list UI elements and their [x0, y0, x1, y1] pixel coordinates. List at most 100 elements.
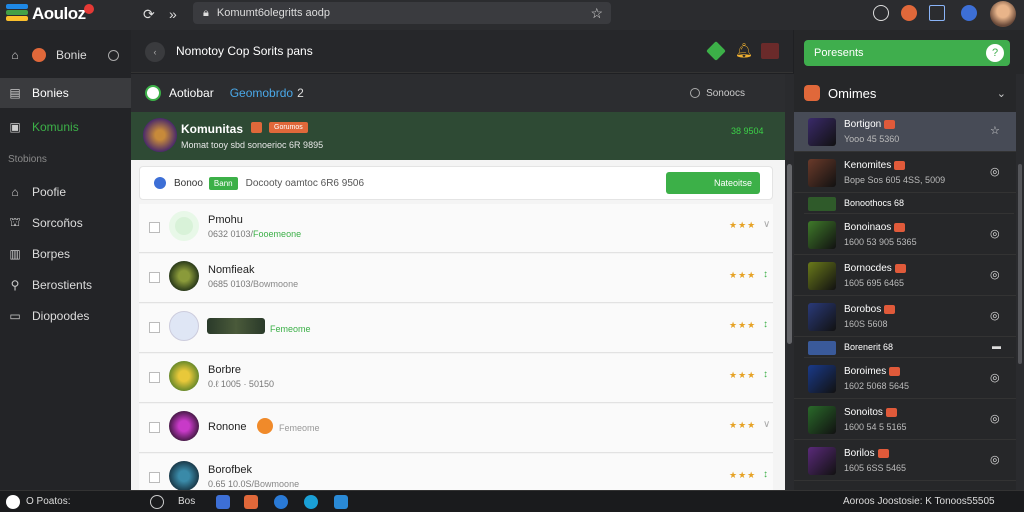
- refresh-icon[interactable]: ⟳: [143, 6, 155, 23]
- star-icon[interactable]: ☆: [590, 5, 603, 22]
- panel-list-item[interactable]: Bornocdes 1605 695 6465 ◎: [794, 256, 1016, 296]
- row-expand-icon[interactable]: ∨: [763, 419, 770, 430]
- item-action-icon[interactable]: ◎: [990, 371, 1000, 384]
- sidebar-item-poofie[interactable]: ⌂ Poofie: [0, 177, 131, 207]
- scrollbar-thumb[interactable]: [1018, 164, 1022, 364]
- avatar[interactable]: [990, 1, 1016, 27]
- row-checkbox[interactable]: [149, 322, 160, 333]
- item-subtitle: 1602 5068 5645: [844, 381, 910, 391]
- app-title: Aouloz: [32, 4, 86, 23]
- sidebar-item-berostients[interactable]: ⚲ Berostients: [0, 270, 131, 300]
- fire-icon: [877, 448, 889, 458]
- panel-list-mini-item[interactable]: Borenerit 68 ▬: [804, 338, 1014, 358]
- row-checkbox[interactable]: [149, 422, 160, 433]
- notification-badge: [83, 4, 94, 14]
- panel-list-item[interactable]: Boroimes 1602 5068 5645 ◎: [794, 359, 1016, 399]
- item-action-icon[interactable]: ◎: [990, 309, 1000, 322]
- app-chat-icon[interactable]: [304, 495, 318, 509]
- table-row[interactable]: Borbre 0.ℓ 1005 · 50150 ★★★ ↕: [139, 354, 773, 403]
- fire-icon: [884, 119, 896, 129]
- row-action-icon[interactable]: ↕: [763, 319, 768, 330]
- sidebar-item-sorconos[interactable]: ⛫ Sorcoños: [0, 208, 131, 238]
- sidebar-item-label: Poofie: [32, 185, 67, 199]
- row-action-icon[interactable]: ↕: [763, 469, 768, 480]
- item-action-icon[interactable]: ▬: [992, 341, 1001, 351]
- extension-icon[interactable]: [901, 5, 917, 21]
- community-avatar[interactable]: [143, 118, 177, 152]
- sidebar-section-title: Stobions: [8, 154, 47, 165]
- panel-list-item[interactable]: Kenomites Bope Sos 605 4SS, 5009 ◎: [794, 153, 1016, 193]
- filter-tag[interactable]: Bann: [208, 176, 238, 190]
- sidebar-item-bonies[interactable]: ▤ Bonies: [0, 78, 131, 108]
- app-window-icon[interactable]: [216, 495, 230, 509]
- panel-list-item[interactable]: Borobos 160S 5608 ◎: [794, 297, 1016, 337]
- filter-button[interactable]: Nateoitse: [666, 172, 760, 194]
- row-checkbox[interactable]: [149, 272, 160, 283]
- forward-icon[interactable]: »: [169, 6, 177, 22]
- app-browser-icon[interactable]: [274, 495, 288, 509]
- panel-title-row[interactable]: Omimes ⌄: [804, 82, 1014, 104]
- item-action-icon[interactable]: ◎: [990, 453, 1000, 466]
- main-scrollbar[interactable]: [785, 74, 794, 490]
- chevron-down-icon[interactable]: ⌄: [997, 87, 1006, 100]
- taskbar-clock: Aoroos Joostosie: K Tonoos55505: [843, 496, 995, 507]
- settings-icon[interactable]: [108, 49, 119, 61]
- sidebar-item-label: Sorcoños: [32, 216, 83, 230]
- search-icon[interactable]: [150, 495, 164, 509]
- panel-title: Omimes: [828, 85, 877, 101]
- tab-count: 2: [297, 86, 304, 100]
- row-meta: Femeome: [270, 324, 311, 334]
- shield-icon[interactable]: [706, 41, 726, 61]
- start-icon[interactable]: [6, 495, 20, 509]
- panel-list-item[interactable]: Borilos 1605 6SS 5465 ◎: [794, 441, 1016, 481]
- row-checkbox[interactable]: [149, 472, 160, 483]
- tab-active[interactable]: Aotiobar: [169, 86, 214, 100]
- item-action-icon[interactable]: ◎: [990, 227, 1000, 240]
- row-action-icon[interactable]: ↕: [763, 269, 768, 280]
- bell-icon[interactable]: 🔔︎: [735, 42, 753, 59]
- address-bar[interactable]: 🔒︎ Komumt6olegritts aodp ☆: [193, 2, 611, 24]
- panel-list-item[interactable]: Sonoitos 1600 54 5 5165 ◎: [794, 400, 1016, 440]
- reader-icon[interactable]: [929, 5, 945, 21]
- table-row[interactable]: Ronone Femeome ★★★ ∨: [139, 404, 773, 453]
- row-checkbox[interactable]: [149, 372, 160, 383]
- flag-icon[interactable]: [761, 43, 779, 59]
- sort-icon[interactable]: [690, 88, 701, 98]
- sidebar-item-komunis[interactable]: ▣ Komunis: [0, 112, 131, 142]
- row-meta: 0.ℓ 1005 · 50150: [208, 379, 274, 389]
- row-checkbox[interactable]: [149, 222, 160, 233]
- tab-right-label[interactable]: Sonoocs: [706, 88, 745, 99]
- sidebar-item-diopoodes[interactable]: ▭ Diopoodes: [0, 301, 131, 331]
- item-thumbnail: [808, 365, 836, 393]
- taskbar-search-label[interactable]: Bos: [178, 496, 195, 507]
- right-scrollbar[interactable]: [1016, 74, 1024, 490]
- item-action-icon[interactable]: ◎: [990, 268, 1000, 281]
- tab-link[interactable]: Geomobrdo: [230, 86, 293, 100]
- scrollbar-thumb[interactable]: [787, 164, 792, 344]
- row-expand-icon[interactable]: ∨: [763, 219, 770, 230]
- row-action-icon[interactable]: ↕: [763, 369, 768, 380]
- table-row[interactable]: Nomfieak 0685 0103/Bowmoone ★★★ ↕: [139, 254, 773, 303]
- back-icon[interactable]: ‹: [145, 42, 165, 62]
- panel-list-item[interactable]: Bonoinaos 1600 53 905 5365 ◎: [794, 215, 1016, 255]
- taskbar-status: O Poatos:: [26, 496, 71, 507]
- chat-icon[interactable]: [873, 5, 889, 21]
- app-media-icon[interactable]: [244, 495, 258, 509]
- sidebar-home-row[interactable]: ⌂ Bonie: [0, 40, 131, 70]
- table-row[interactable]: Pmohu 0632 0103/Fooemeone ★★★ ∨: [139, 204, 773, 253]
- item-action-icon[interactable]: ☆: [990, 124, 1000, 137]
- table-row[interactable]: Femeome ★★★ ↕: [139, 304, 773, 353]
- community-tag: Gorumos: [269, 122, 308, 133]
- app-store-icon[interactable]: [334, 495, 348, 509]
- item-action-icon[interactable]: ◎: [990, 165, 1000, 178]
- table-row[interactable]: Borofbek 0.65 10.0S/Bowmoone ★★★ ↕: [139, 454, 773, 490]
- row-rating: ★★★: [729, 270, 757, 280]
- help-icon[interactable]: ?: [986, 44, 1004, 62]
- account-icon[interactable]: [961, 5, 977, 21]
- panel-list-mini-item[interactable]: Bonoothocs 68: [804, 194, 1014, 214]
- app-logo[interactable]: Aouloz: [6, 4, 94, 24]
- item-action-icon[interactable]: ◎: [990, 412, 1000, 425]
- presents-button[interactable]: Poresents ?: [804, 40, 1010, 66]
- panel-list-item[interactable]: Bortigon Yooo 45 5360 ☆: [794, 112, 1016, 152]
- sidebar-item-borpes[interactable]: ▥ Borpes: [0, 239, 131, 269]
